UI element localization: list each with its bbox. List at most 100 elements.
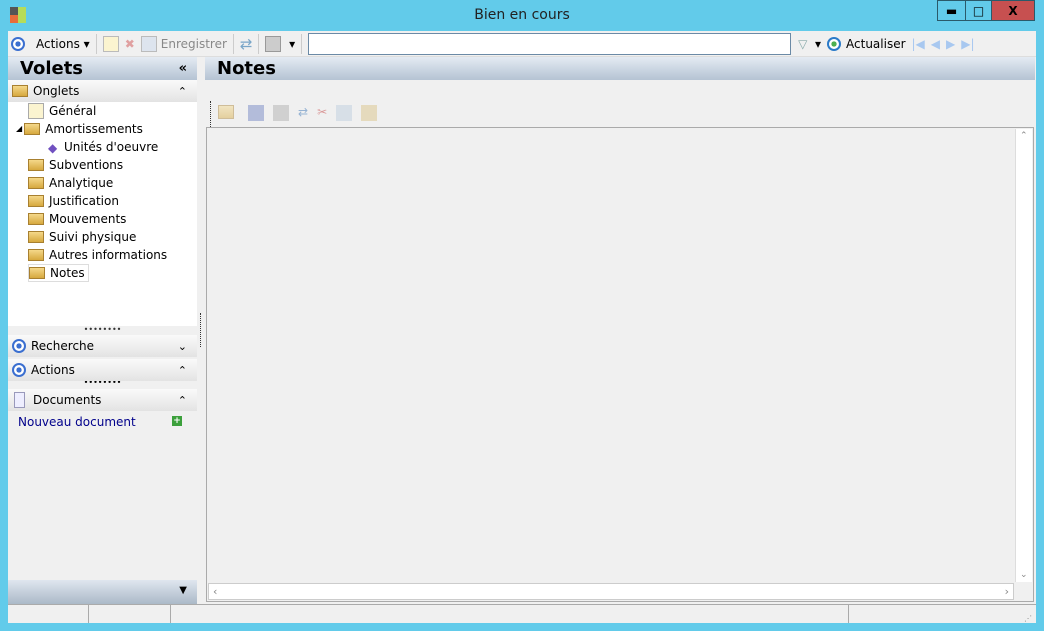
next-record-button[interactable]: ▶ (943, 33, 958, 55)
expand-chevron-icon: ⌄ (177, 339, 187, 353)
tree-item-analytique[interactable]: Analytique (28, 174, 113, 192)
minimize-button[interactable]: ▬ (937, 0, 966, 21)
status-cell: ⋰ (849, 605, 1036, 623)
left-panel: Volets « Onglets ⌃ Général ◢ Amortissements… (8, 57, 197, 605)
first-record-button[interactable]: |◀ (909, 33, 928, 55)
tree-item-suivi-physique[interactable]: Suivi physique (28, 228, 136, 246)
documents-title: Documents (33, 393, 102, 407)
save-icon (140, 35, 157, 52)
copy-icon[interactable] (336, 105, 353, 121)
collapse-chevron-icon: ⌃ (177, 393, 187, 407)
status-bar: ⋰ (8, 604, 1036, 623)
notes-toolbar: ⇄ ✂ (218, 105, 378, 121)
new-document-link[interactable]: Nouveau document (18, 415, 136, 429)
horizontal-scrollbar[interactable]: ‹ › (208, 583, 1014, 600)
onglets-section-header[interactable]: Onglets ⌃ (8, 80, 197, 102)
save-icon[interactable] (248, 105, 264, 121)
expand-icon: ◢ (16, 124, 23, 133)
search-input[interactable] (308, 32, 792, 55)
tree-item-mouvements[interactable]: Mouvements (28, 210, 126, 228)
resize-grip-icon[interactable]: ⋰ (1024, 614, 1032, 623)
tree-label: Notes (50, 266, 85, 280)
tree-item-notes[interactable]: Notes (28, 264, 89, 282)
print-button[interactable]: ▾ (262, 33, 298, 55)
tree-label: Justification (49, 194, 119, 208)
status-cell (8, 605, 89, 623)
tree-label: Amortissements (45, 122, 143, 136)
filter-icon: ▽ (798, 36, 808, 51)
panel-footer[interactable]: ▼ (8, 580, 197, 605)
new-document-row: Nouveau document + (8, 411, 197, 433)
status-cell (171, 605, 849, 623)
settings-doc-icon (28, 103, 44, 119)
open-icon[interactable] (218, 105, 234, 119)
maximize-button[interactable]: □ (965, 0, 992, 21)
sync-icon: ⇄ (239, 34, 253, 53)
close-button[interactable]: X (991, 0, 1035, 21)
recherche-section-header[interactable]: Recherche ⌄ (8, 335, 197, 357)
tree-item-autres[interactable]: Autres informations (28, 246, 167, 264)
refresh-button[interactable]: Actualiser (824, 33, 909, 55)
actions-menu-button[interactable]: Actions ▾ (33, 33, 93, 55)
documents-section-header[interactable]: Documents ⌃ (8, 389, 197, 411)
actions-circle-icon (12, 363, 26, 377)
sync-button[interactable]: ⇄ (237, 33, 256, 55)
delete-icon: ✖ (124, 36, 135, 51)
folder-icon (28, 195, 44, 207)
panel-header: Volets « (8, 57, 197, 80)
tree-item-subventions[interactable]: Subventions (28, 156, 123, 174)
prev-record-button[interactable]: ◀ (928, 33, 943, 55)
last-record-button[interactable]: ▶| (958, 33, 977, 55)
collapse-chevron-icon: ⌃ (177, 363, 187, 377)
document-icon (14, 392, 25, 408)
tree-label: Mouvements (49, 212, 127, 226)
tabs-tree: Général ◢ Amortissements ◆ Unités d'oeuvre… (8, 102, 197, 326)
tree-label: Subventions (49, 158, 124, 172)
vertical-scrollbar[interactable]: ⌃ ⌄ (1015, 129, 1032, 582)
splitter[interactable]: •••••••• (8, 379, 197, 389)
vertical-splitter[interactable] (200, 313, 201, 347)
add-icon[interactable]: + (172, 416, 182, 426)
tree-item-justification[interactable]: Justification (28, 192, 119, 210)
actions-label: Actions (36, 36, 80, 51)
folder-icon (28, 231, 44, 243)
actions-title: Actions (31, 363, 75, 377)
panel-title: Volets (20, 58, 84, 79)
toolbar-grip (210, 101, 211, 127)
client-area: Actions ▾ ✖ Enregistrer ⇄ ▾ ▽ ▾ Actualis… (8, 31, 1036, 623)
sync-icon[interactable]: ⇄ (298, 105, 308, 121)
filter-button[interactable]: ▽ ▾ (795, 33, 824, 55)
window-title: Bien en cours (474, 7, 570, 23)
cut-icon[interactable]: ✂ (317, 105, 327, 121)
folder-icon (28, 249, 44, 261)
units-icon: ◆ (48, 141, 58, 155)
folder-icon (28, 177, 44, 189)
tree-item-unites[interactable]: ◆ Unités d'oeuvre (48, 138, 158, 156)
toolbar: Actions ▾ ✖ Enregistrer ⇄ ▾ ▽ ▾ Actualis… (8, 31, 1036, 57)
tree-label: Général (49, 104, 97, 118)
collapse-panel-button[interactable]: « (179, 57, 187, 80)
onglets-title: Onglets (33, 84, 80, 98)
collapse-chevron-icon: ⌃ (177, 84, 187, 98)
folder-icon (28, 159, 44, 171)
main-title: Notes (217, 58, 276, 79)
main-header: Notes (205, 57, 1035, 80)
tree-label: Suivi physique (49, 230, 137, 244)
printer-icon (265, 35, 282, 52)
notes-editor[interactable]: ⌃ ⌄ ‹ › (206, 127, 1034, 602)
actions-circle-icon (11, 36, 25, 51)
print-icon[interactable] (273, 105, 289, 121)
folder-icon (12, 85, 28, 97)
paste-icon[interactable] (361, 105, 378, 121)
folder-open-icon (29, 267, 45, 279)
actions-section-header[interactable]: Actions ⌃ (8, 359, 197, 381)
delete-button[interactable]: ✖ (122, 33, 138, 55)
save-button[interactable]: Enregistrer (138, 33, 230, 55)
tree-item-amortissements[interactable]: ◢ Amortissements (16, 120, 143, 138)
status-cell (89, 605, 171, 623)
tree-label: Autres informations (49, 248, 168, 262)
new-button[interactable] (100, 33, 122, 55)
save-label: Enregistrer (160, 36, 227, 51)
tree-item-general[interactable]: Général (28, 102, 96, 120)
recherche-title: Recherche (31, 339, 95, 353)
